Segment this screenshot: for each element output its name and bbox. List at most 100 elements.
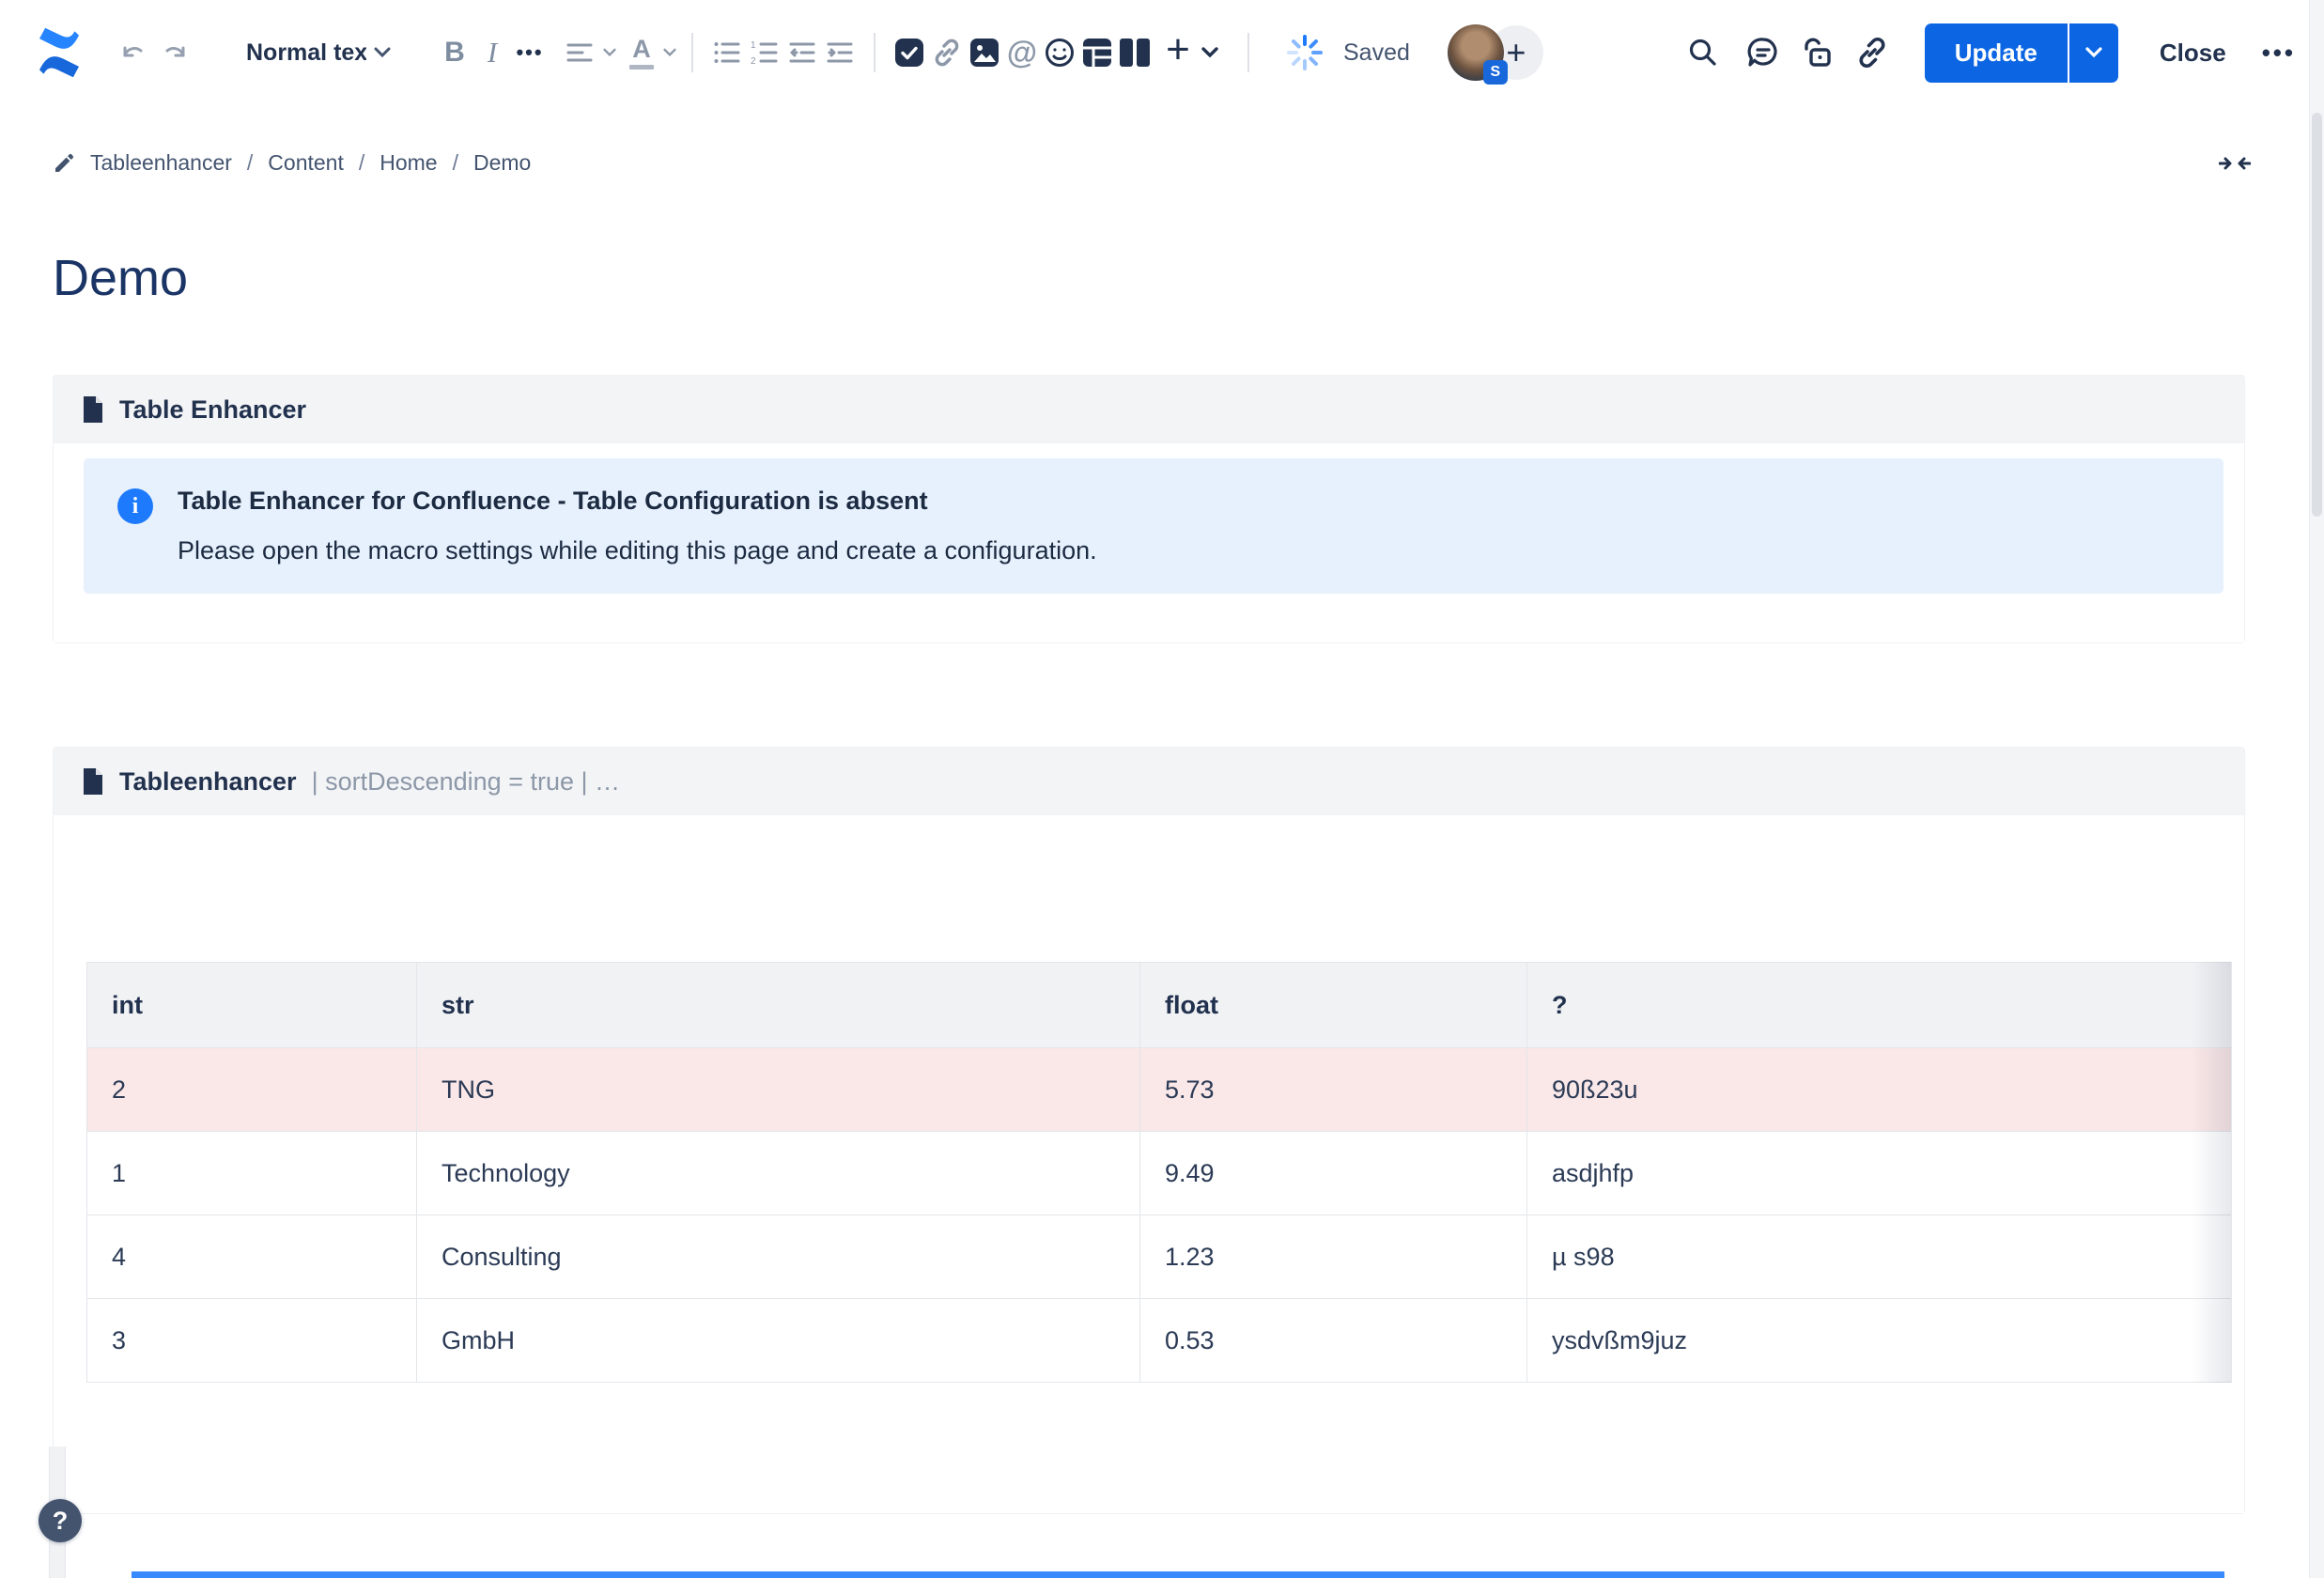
bold-button[interactable]: B	[436, 26, 473, 79]
unlock-icon[interactable]	[1799, 26, 1836, 79]
table-button[interactable]	[1078, 26, 1116, 79]
undo-icon[interactable]	[116, 26, 154, 79]
toolbar-divider	[691, 33, 693, 72]
chevron-down-icon	[663, 48, 676, 57]
more-actions-button[interactable]: •••	[2262, 39, 2296, 68]
selection-bar	[132, 1571, 2224, 1578]
cell: TNG	[417, 1048, 1140, 1132]
update-options-chevron[interactable]	[2068, 23, 2118, 83]
table-row[interactable]: 2 TNG 5.73 90ß23u	[87, 1048, 2232, 1132]
toolbar-divider	[1247, 33, 1249, 72]
table-header-row: int str float ?	[87, 963, 2232, 1048]
macro-body: int str float ? 2 TNG 5.73 90ß23u	[54, 815, 2244, 1513]
update-split-button: Update	[1925, 23, 2118, 83]
breadcrumb-separator: /	[453, 150, 458, 176]
cell: 5.73	[1140, 1048, 1527, 1132]
editor-toolbar: Normal text B I ••• A 1 2	[0, 0, 2324, 105]
breadcrumb-item-space[interactable]: Tableenhancer	[90, 150, 232, 176]
cell: Consulting	[417, 1215, 1140, 1299]
table-row[interactable]: 3 GmbH 0.53 ysdvßm9juz	[87, 1299, 2232, 1383]
column-header-float[interactable]: float	[1140, 963, 1527, 1048]
macro-title: Tableenhancer	[119, 767, 297, 797]
more-formatting-button[interactable]: •••	[511, 26, 549, 79]
page-title: Demo	[53, 249, 2324, 307]
column-header-int[interactable]: int	[87, 963, 417, 1048]
cell: 90ß23u	[1527, 1048, 2232, 1132]
cell: asdjhfp	[1527, 1132, 2232, 1215]
saving-spinner-icon	[1285, 26, 1325, 79]
cell: 3	[87, 1299, 417, 1383]
chevron-down-icon	[603, 48, 616, 57]
collapse-width-icon[interactable]	[2219, 153, 2251, 174]
search-icon[interactable]	[1684, 26, 1722, 79]
page-scrollbar[interactable]	[2309, 0, 2324, 1578]
info-banner-title: Table Enhancer for Confluence - Table Co…	[178, 487, 1097, 516]
text-align-dropdown[interactable]	[566, 26, 616, 79]
image-button[interactable]	[966, 26, 1003, 79]
editor-content: Tableenhancer / Content / Home / Demo De…	[0, 150, 2324, 1514]
save-status-text: Saved	[1343, 39, 1410, 67]
cell: 9.49	[1140, 1132, 1527, 1215]
cell: ysdvßm9juz	[1527, 1299, 2232, 1383]
svg-text:1: 1	[751, 40, 756, 51]
macro-table-enhancer[interactable]: Table Enhancer i Table Enhancer for Conf…	[53, 375, 2245, 643]
breadcrumb: Tableenhancer / Content / Home / Demo	[53, 150, 2251, 176]
indent-button[interactable]	[821, 26, 859, 79]
macro-header[interactable]: Tableenhancer | sortDescending = true | …	[54, 748, 2244, 815]
macro-tableenhancer[interactable]: Tableenhancer | sortDescending = true | …	[53, 747, 2245, 1514]
toolbar-divider	[874, 33, 875, 72]
inline-comment-icon[interactable]	[1744, 26, 1782, 79]
copy-link-icon[interactable]	[1853, 26, 1891, 79]
document-icon	[82, 767, 104, 796]
breadcrumb-item-content[interactable]: Content	[268, 150, 344, 176]
macro-header[interactable]: Table Enhancer	[54, 376, 2244, 443]
cell: 1	[87, 1132, 417, 1215]
block-style-label: Normal text	[246, 39, 366, 67]
cell: GmbH	[417, 1299, 1140, 1383]
layout-columns-button[interactable]	[1116, 26, 1154, 79]
emoji-button[interactable]	[1041, 26, 1078, 79]
table-row[interactable]: 1 Technology 9.49 asdjhfp	[87, 1132, 2232, 1215]
macro-body: i Table Enhancer for Confluence - Table …	[54, 443, 2244, 642]
outdent-button[interactable]	[783, 26, 821, 79]
macro-title: Table Enhancer	[119, 395, 306, 425]
mention-button[interactable]: @	[1003, 26, 1041, 79]
cell: Technology	[417, 1132, 1140, 1215]
edit-pencil-icon	[53, 152, 75, 175]
update-button[interactable]: Update	[1925, 23, 2068, 83]
document-icon	[82, 395, 104, 424]
redo-icon[interactable]	[154, 26, 192, 79]
breadcrumb-separator: /	[247, 150, 253, 176]
info-icon: i	[117, 488, 153, 524]
bullet-list-button[interactable]	[708, 26, 746, 79]
column-header-question[interactable]: ?	[1527, 963, 2232, 1048]
info-banner: i Table Enhancer for Confluence - Table …	[84, 458, 2223, 594]
text-color-dropdown[interactable]: A	[629, 26, 676, 79]
cell: 2	[87, 1048, 417, 1132]
link-button[interactable]	[928, 26, 966, 79]
chevron-down-icon	[2085, 47, 2102, 58]
breadcrumb-item-demo[interactable]: Demo	[473, 150, 531, 176]
confluence-logo-icon	[30, 26, 88, 79]
block-style-dropdown[interactable]: Normal text	[246, 39, 391, 67]
breadcrumb-separator: /	[359, 150, 364, 176]
enhanced-table: int str float ? 2 TNG 5.73 90ß23u	[86, 962, 2232, 1383]
task-list-button[interactable]	[891, 26, 928, 79]
close-button[interactable]: Close	[2160, 39, 2226, 68]
column-header-str[interactable]: str	[417, 963, 1140, 1048]
cell: 1.23	[1140, 1215, 1527, 1299]
italic-button[interactable]: I	[473, 26, 511, 79]
cell: 0.53	[1140, 1299, 1527, 1383]
insert-button[interactable]: +	[1159, 23, 1197, 76]
numbered-list-button[interactable]: 1 2	[746, 26, 783, 79]
help-button[interactable]: ?	[39, 1499, 82, 1542]
cell: µ s98	[1527, 1215, 2232, 1299]
insert-dropdown-chevron-icon[interactable]	[1197, 26, 1223, 79]
collaborators: S +	[1448, 24, 1543, 81]
svg-text:2: 2	[751, 56, 756, 65]
page-scrollbar-thumb[interactable]	[2312, 113, 2322, 517]
table-row[interactable]: 4 Consulting 1.23 µ s98	[87, 1215, 2232, 1299]
avatar-initial-badge: S	[1483, 60, 1508, 85]
breadcrumb-item-home[interactable]: Home	[380, 150, 437, 176]
cell: 4	[87, 1215, 417, 1299]
